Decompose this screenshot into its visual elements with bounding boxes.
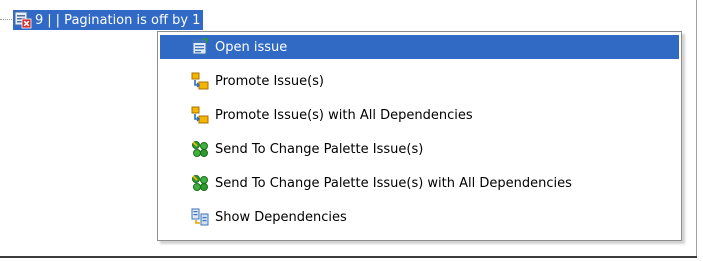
change-palette-icon [192, 141, 208, 157]
menu-item-label: Show Dependencies [215, 209, 347, 225]
menu-item-label: Promote Issue(s) with All Dependencies [215, 107, 473, 123]
panel-border-bottom [0, 256, 697, 258]
promote-icon [191, 72, 209, 90]
menu-item-open-issue[interactable]: Open issue [160, 35, 679, 59]
issue-separator: | [47, 12, 52, 28]
menu-item-label: Send To Change Palette Issue(s) [215, 141, 424, 157]
menu-item-label: Open issue [215, 39, 288, 55]
context-menu: Open issue Promote Issue(s) Promote Issu… [157, 31, 682, 241]
menu-item-promote-issues-all-dependencies[interactable]: Promote Issue(s) with All Dependencies [160, 103, 679, 127]
menu-item-promote-issues[interactable]: Promote Issue(s) [160, 69, 679, 93]
menu-item-label: Send To Change Palette Issue(s) with All… [215, 175, 572, 191]
show-dependencies-icon [191, 208, 209, 226]
menu-item-send-to-change-palette[interactable]: Send To Change Palette Issue(s) [160, 137, 679, 161]
panel-border-right [696, 0, 697, 256]
menu-item-label: Promote Issue(s) [215, 73, 325, 89]
promote-dependencies-icon [191, 106, 209, 124]
menu-item-send-to-change-palette-all-dependencies[interactable]: Send To Change Palette Issue(s) with All… [160, 171, 679, 195]
tree-row-issue[interactable]: 9 | | Pagination is off by 1 [13, 10, 204, 30]
issue-number: 9 [35, 12, 44, 28]
change-palette-dependencies-icon [192, 175, 208, 191]
tree-connector-line [0, 19, 12, 20]
menu-item-show-dependencies[interactable]: Show Dependencies [160, 205, 679, 229]
issue-error-icon [14, 11, 32, 29]
open-issue-icon [192, 38, 208, 55]
issue-title: | Pagination is off by 1 [55, 12, 201, 28]
